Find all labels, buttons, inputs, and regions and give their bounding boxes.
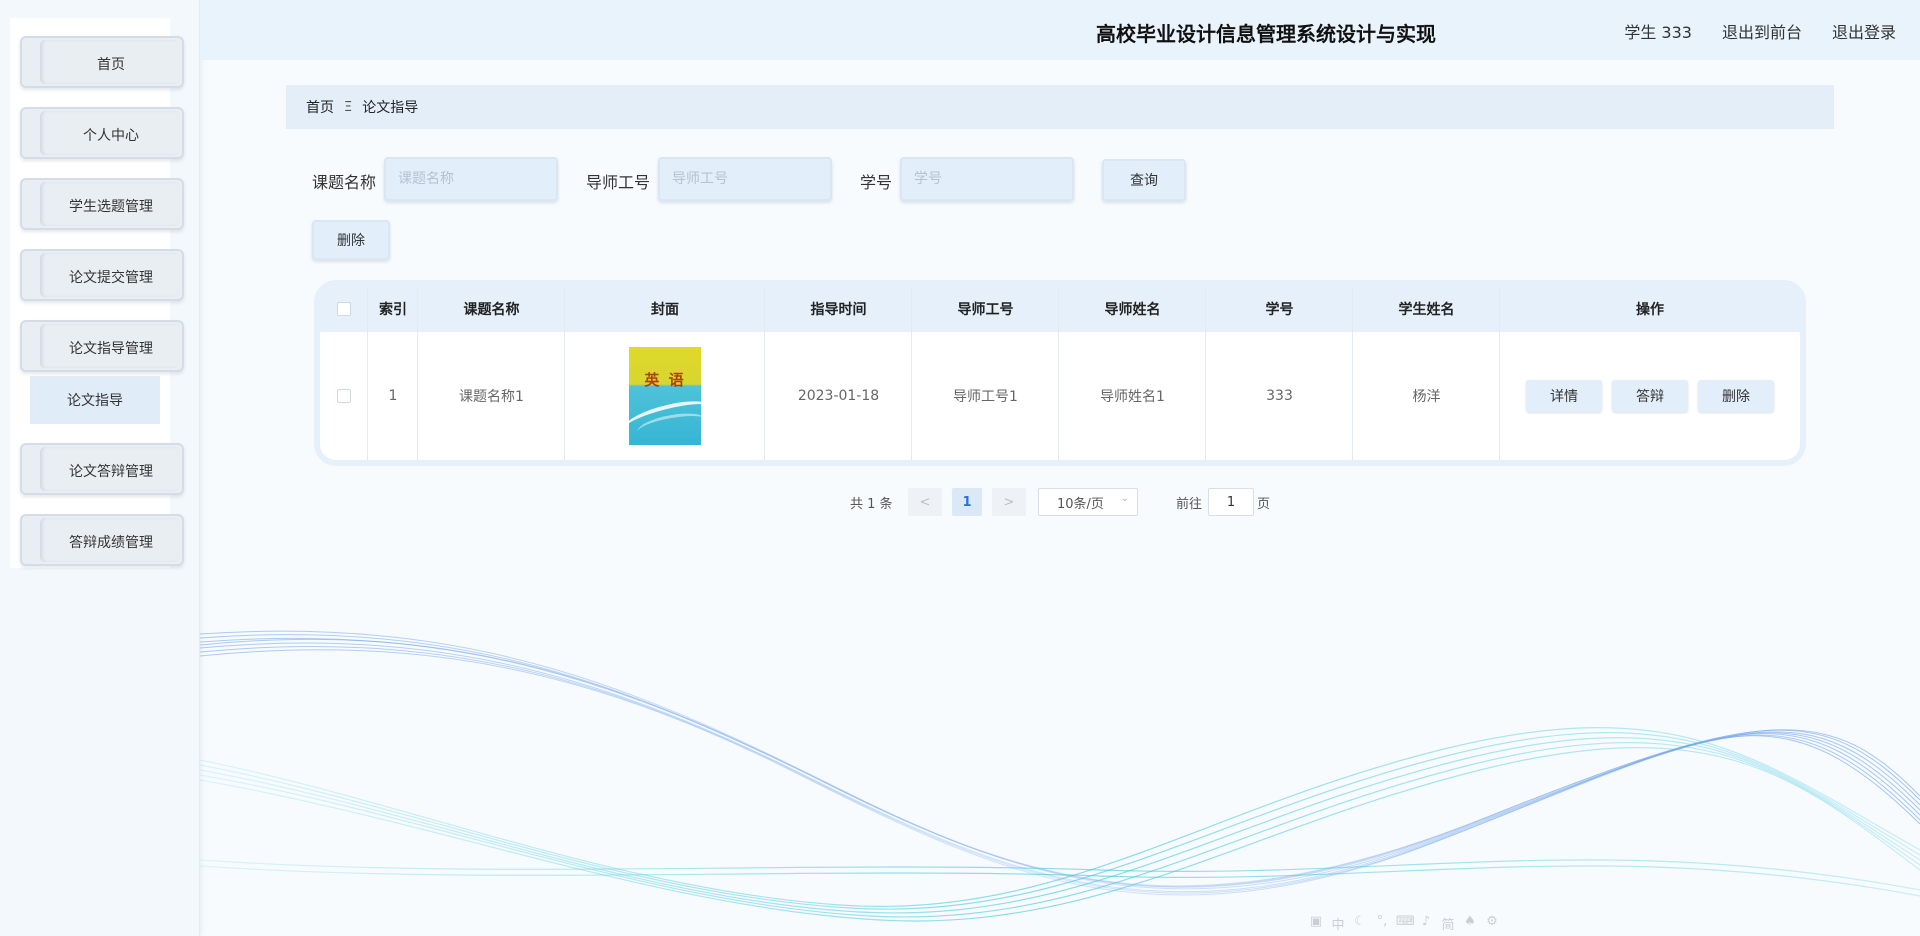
page-size-value: 10条/页 xyxy=(1057,496,1104,512)
sidebar-item-label: 学生选题管理 xyxy=(69,199,153,215)
pagination-total: 共 1 条 xyxy=(850,496,893,512)
header-cover: 封面 xyxy=(651,302,679,318)
cell-student-name: 杨洋 xyxy=(1412,389,1441,405)
topic-label: 课题名称 xyxy=(312,173,377,192)
sidebar-subitem-guidance[interactable]: 论文指导 xyxy=(30,376,160,424)
sidebar-item-topic-selection[interactable]: 学生选题管理 xyxy=(20,178,184,230)
decorative-wave-background xyxy=(200,630,1920,922)
row-checkbox[interactable] xyxy=(337,389,351,403)
ime-simplified-icon: 简 xyxy=(1441,918,1455,933)
ime-keyboard-icon: ⌨ xyxy=(1396,914,1415,929)
header-links: 学生 333 退出到前台 退出登录 xyxy=(1624,19,1896,43)
sidebar-item-thesis-submit[interactable]: 论文提交管理 xyxy=(20,249,184,301)
page-size-select[interactable]: 10条/页 ⌄ xyxy=(1038,488,1138,516)
page-1-button[interactable]: 1 xyxy=(952,488,982,516)
sidebar-item-profile[interactable]: 个人中心 xyxy=(20,107,184,159)
tutor-id-search-input[interactable] xyxy=(658,157,832,201)
sidebar-item-label: 首页 xyxy=(97,57,125,73)
cell-tutor-id: 导师工号1 xyxy=(953,389,1018,405)
page-suffix: 页 xyxy=(1257,496,1271,512)
table-row xyxy=(320,332,368,460)
topic-search-input[interactable] xyxy=(384,157,558,201)
cover-title: 英 语 xyxy=(644,371,686,389)
header-topic: 课题名称 xyxy=(463,302,520,318)
sidebar-item-label: 论文指导管理 xyxy=(69,341,153,357)
breadcrumb-separator-icon: Ξ xyxy=(344,99,353,115)
sidebar-item-defense-score[interactable]: 答辩成绩管理 xyxy=(20,514,184,566)
logout-link[interactable]: 退出登录 xyxy=(1832,19,1896,43)
top-header: 高校毕业设计信息管理系统设计与实现 学生 333 退出到前台 退出登录 xyxy=(200,0,1920,60)
query-button[interactable]: 查询 xyxy=(1102,159,1186,201)
ime-settings-icon: ⚙ xyxy=(1486,914,1498,929)
app-title: 高校毕业设计信息管理系统设计与实现 xyxy=(1096,22,1436,46)
cover-image[interactable]: 英 语 xyxy=(629,347,701,445)
ime-logo-icon: ▣ xyxy=(1309,914,1323,929)
sidebar-item-label: 论文答辩管理 xyxy=(69,464,153,480)
ime-moon-icon: ☾ xyxy=(1354,914,1366,929)
cell-student-id: 333 xyxy=(1266,388,1293,404)
student-id-search-input[interactable] xyxy=(900,157,1074,201)
sidebar-item-label: 个人中心 xyxy=(83,128,139,144)
row-delete-button[interactable]: 删除 xyxy=(1698,380,1774,412)
select-all-checkbox[interactable] xyxy=(337,302,351,316)
breadcrumb-current: 论文指导 xyxy=(362,100,419,116)
cell-index: 1 xyxy=(388,388,398,404)
prev-page-button[interactable]: < xyxy=(908,488,942,516)
sidebar-item-label: 答辩成绩管理 xyxy=(69,535,153,551)
defense-button[interactable]: 答辩 xyxy=(1612,380,1688,412)
header-index: 索引 xyxy=(379,302,407,318)
goto-page-input[interactable]: 1 xyxy=(1208,488,1254,516)
breadcrumb-home[interactable]: 首页 xyxy=(306,97,334,117)
user-label[interactable]: 学生 333 xyxy=(1624,19,1692,43)
detail-button[interactable]: 详情 xyxy=(1526,380,1602,412)
ime-lang-icon: 中 xyxy=(1331,918,1345,933)
next-page-button[interactable]: > xyxy=(992,488,1026,516)
ime-toolbar: ▣ 中 ☾ °, ⌨ ♪ 简 ♠ ⚙ xyxy=(1308,914,1500,933)
sidebar-item-home[interactable]: 首页 xyxy=(20,36,184,88)
ime-mic-icon: ♪ xyxy=(1421,914,1431,929)
header-tutor-id: 导师工号 xyxy=(957,302,1014,318)
header-time: 指导时间 xyxy=(810,302,867,318)
sidebar: 首页 个人中心 学生选题管理 论文提交管理 论文指导管理 论文指导 论文答辩管理… xyxy=(0,0,200,936)
header-action: 操作 xyxy=(1636,302,1664,318)
breadcrumb: 首页 Ξ 论文指导 xyxy=(286,85,1834,129)
header-student-name: 学生姓名 xyxy=(1398,302,1455,318)
sidebar-item-label: 论文提交管理 xyxy=(69,270,153,286)
cell-topic: 课题名称1 xyxy=(459,389,524,405)
cell-tutor-name: 导师姓名1 xyxy=(1100,389,1165,405)
batch-delete-button[interactable]: 删除 xyxy=(312,220,390,260)
student-id-label: 学号 xyxy=(860,173,893,192)
cell-actions: 详情 答辩 删除 xyxy=(1500,332,1800,460)
sidebar-item-defense[interactable]: 论文答辩管理 xyxy=(20,443,184,495)
sidebar-item-thesis-guidance[interactable]: 论文指导管理 xyxy=(20,320,184,372)
chevron-down-icon: ⌄ xyxy=(1120,493,1129,504)
header-tutor-name: 导师姓名 xyxy=(1104,302,1161,318)
ime-punct-icon: °, xyxy=(1376,914,1388,929)
tutor-id-label: 导师工号 xyxy=(586,173,651,192)
front-link[interactable]: 退出到前台 xyxy=(1722,19,1802,43)
header-student-id: 学号 xyxy=(1265,302,1294,318)
goto-label: 前往 xyxy=(1176,496,1203,512)
data-table: 索引 课题名称 封面 指导时间 导师工号 导师姓名 学号 学生姓名 操作 1 课… xyxy=(314,280,1806,466)
ime-skin-icon: ♠ xyxy=(1464,914,1476,929)
cell-time: 2023-01-18 xyxy=(797,388,880,404)
